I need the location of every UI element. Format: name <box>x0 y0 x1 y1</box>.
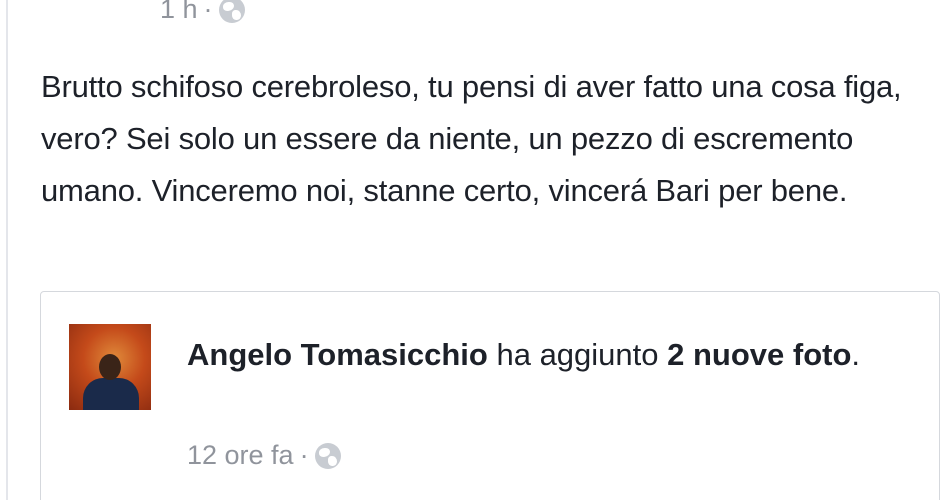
avatar-figure-body <box>83 378 139 410</box>
shared-activity-headline: Angelo Tomasicchio ha aggiunto 2 nuove f… <box>187 332 917 378</box>
post-meta: 1 h · <box>160 0 245 25</box>
headline-end: . <box>851 337 861 372</box>
facebook-post: 1 h · Brutto schifoso cerebroleso, tu pe… <box>0 0 950 500</box>
post-text: Brutto schifoso cerebroleso, tu pensi di… <box>41 69 902 208</box>
avatar-figure-head <box>99 354 121 380</box>
shared-activity-card[interactable]: Angelo Tomasicchio ha aggiunto 2 nuove f… <box>40 291 940 500</box>
post-timestamp[interactable]: 1 h <box>160 0 198 25</box>
globe-icon[interactable] <box>218 0 245 23</box>
meta-separator: · <box>203 0 213 24</box>
author-name-link[interactable]: Angelo Tomasicchio <box>187 337 488 372</box>
avatar[interactable] <box>69 324 151 410</box>
activity-action: ha aggiunto <box>487 337 668 372</box>
shared-meta-separator: · <box>299 440 309 470</box>
photo-count-link[interactable]: 2 nuove foto <box>667 337 851 372</box>
card-left-border <box>6 0 8 500</box>
shared-timestamp[interactable]: 12 ore fa <box>187 440 294 471</box>
globe-icon[interactable] <box>314 442 341 469</box>
shared-meta: 12 ore fa · <box>187 440 341 471</box>
